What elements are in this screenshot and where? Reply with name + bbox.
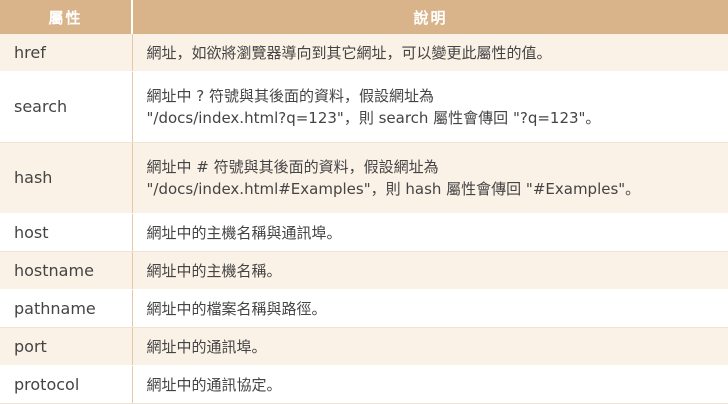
table-row: hash 網址中 # 符號與其後面的資料，假設網址為 "/docs/index.… xyxy=(0,142,728,214)
property-name: port xyxy=(0,327,133,366)
property-description: 網址中 # 符號與其後面的資料，假設網址為 "/docs/index.html#… xyxy=(132,142,728,214)
header-description: 說明 xyxy=(132,0,728,34)
property-description: 網址中 ? 符號與其後面的資料，假設網址為 "/docs/index.html?… xyxy=(132,71,728,143)
table-row: href 網址，如欲將瀏覽器導向到其它網址，可以變更此屬性的值。 xyxy=(0,34,728,72)
property-description: 網址，如欲將瀏覽器導向到其它網址，可以變更此屬性的值。 xyxy=(132,34,728,72)
property-name: href xyxy=(0,34,133,72)
table-row: port 網址中的通訊埠。 xyxy=(0,327,728,366)
table-row: pathname 網址中的檔案名稱與路徑。 xyxy=(0,289,728,328)
properties-table: 屬性 說明 href 網址，如欲將瀏覽器導向到其它網址，可以變更此屬性的值。 s… xyxy=(0,0,728,404)
description-line: 網址中 # 符號與其後面的資料，假設網址為 xyxy=(146,158,439,176)
table-header-row: 屬性 說明 xyxy=(0,0,728,34)
property-name: host xyxy=(0,213,133,252)
table-row: protocol 網址中的通訊協定。 xyxy=(0,365,728,404)
table-row: hostname 網址中的主機名稱。 xyxy=(0,251,728,290)
header-property: 屬性 xyxy=(0,0,133,34)
description-line: "/docs/index.html?q=123"，則 search 屬性會傳回 … xyxy=(146,109,601,127)
table-row: host 網址中的主機名稱與通訊埠。 xyxy=(0,213,728,252)
property-description: 網址中的主機名稱與通訊埠。 xyxy=(132,213,728,252)
property-name: hostname xyxy=(0,251,133,290)
description-line: 網址中 ? 符號與其後面的資料，假設網址為 xyxy=(146,87,435,105)
property-name: search xyxy=(0,71,133,143)
property-name: protocol xyxy=(0,365,133,404)
property-name: hash xyxy=(0,142,133,214)
property-name: pathname xyxy=(0,289,133,328)
description-line: "/docs/index.html#Examples"，則 hash 屬性會傳回… xyxy=(146,180,641,198)
property-description: 網址中的主機名稱。 xyxy=(132,251,728,290)
property-description: 網址中的檔案名稱與路徑。 xyxy=(132,289,728,328)
property-description: 網址中的通訊協定。 xyxy=(132,365,728,404)
table-row: search 網址中 ? 符號與其後面的資料，假設網址為 "/docs/inde… xyxy=(0,71,728,143)
property-description: 網址中的通訊埠。 xyxy=(132,327,728,366)
